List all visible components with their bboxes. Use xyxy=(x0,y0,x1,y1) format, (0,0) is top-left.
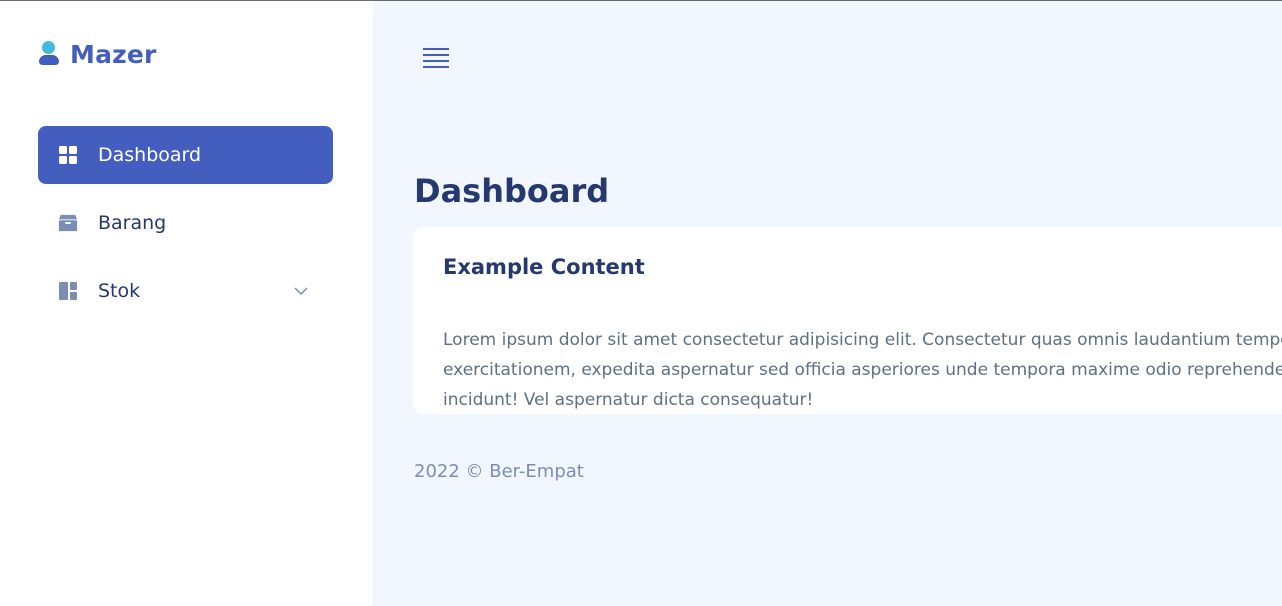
sidebar-item-stok[interactable]: Stok xyxy=(38,262,333,320)
card-body: Lorem ipsum dolor sit amet consectetur a… xyxy=(443,330,1282,410)
chevron-down-icon[interactable] xyxy=(293,283,309,299)
box-icon xyxy=(58,213,78,233)
hamburger-icon[interactable] xyxy=(420,44,450,72)
brand-name: Mazer xyxy=(70,39,157,69)
footer-text: 2022 © Ber-Empat xyxy=(414,461,584,482)
sidebar-item-label: Stok xyxy=(98,280,141,302)
sidebar-item-label: Barang xyxy=(98,212,167,234)
sidebar-item-label: Dashboard xyxy=(98,144,202,166)
content-card: Example Content Lorem ipsum dolor sit am… xyxy=(413,227,1282,414)
sidebar: Mazer Dashboard Barang Stok xyxy=(0,1,373,606)
card-title: Example Content xyxy=(443,255,645,279)
sidebar-menu: Dashboard Barang Stok xyxy=(38,126,333,330)
brand-logo[interactable]: Mazer xyxy=(38,39,157,69)
app-root: Mazer Dashboard Barang Stok Dashboard Ex… xyxy=(0,0,1282,606)
page-title: Dashboard xyxy=(414,172,610,210)
layout-icon xyxy=(58,281,78,301)
sidebar-item-dashboard[interactable]: Dashboard xyxy=(38,126,333,184)
sidebar-item-barang[interactable]: Barang xyxy=(38,194,333,252)
person-icon xyxy=(38,39,60,69)
grid-icon xyxy=(58,145,78,165)
